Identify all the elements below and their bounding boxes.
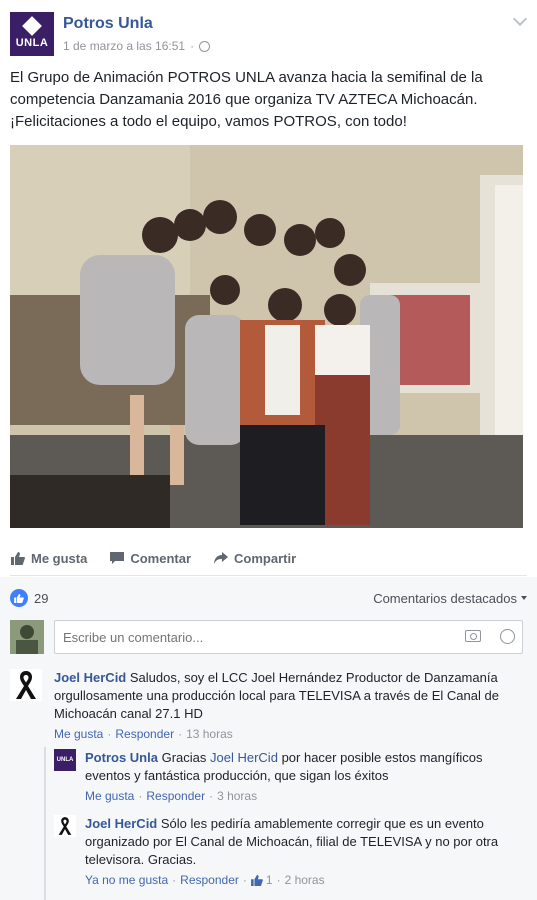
comment-actions: Me gusta · Responder · 13 horas — [54, 727, 233, 741]
post-card: UNLA Potros Unla 1 de marzo a las 16:51 … — [0, 0, 537, 900]
thumbs-up-icon — [10, 552, 25, 566]
reply-body: Joel HerCid Sólo les pediría amablemente… — [85, 815, 525, 869]
reactions-row: 29 Comentarios destacados — [10, 587, 527, 609]
post-photo[interactable] — [10, 145, 523, 528]
comment-body: Joel HerCid Saludos, soy el LCC Joel Her… — [54, 669, 524, 723]
thumbs-up-icon — [250, 874, 263, 886]
feedback-section: 29 Comentarios destacados Escribe un com… — [0, 577, 537, 900]
group-photo-illustration — [10, 145, 523, 528]
reply-unlike-link[interactable]: Ya no me gusta — [85, 873, 168, 887]
share-button[interactable]: Compartir — [213, 551, 296, 566]
comment-reply-link[interactable]: Responder — [115, 727, 174, 741]
reply-time[interactable]: 3 horas — [217, 789, 257, 803]
reply-time[interactable]: 2 horas — [285, 873, 325, 887]
reply-item: Joel HerCid Sólo les pediría amablemente… — [54, 815, 527, 895]
reply-thread-line — [44, 747, 46, 900]
page-name-link[interactable]: Potros Unla — [63, 15, 153, 33]
comment-item: Joel HerCid Saludos, soy el LCC Joel Her… — [10, 669, 527, 745]
comment-input[interactable] — [54, 620, 523, 654]
comment-icon — [109, 552, 124, 566]
comment-like-link[interactable]: Me gusta — [54, 727, 103, 741]
sticker-icon[interactable] — [500, 629, 515, 644]
comment-composer — [10, 620, 527, 656]
reply-avatar-logo-text: UNLA — [56, 757, 74, 763]
logo-mark — [22, 16, 42, 36]
comment-author[interactable]: Joel HerCid — [54, 670, 126, 685]
reply-body: Potros Unla Gracias Joel HerCid por hace… — [85, 749, 525, 785]
like-count[interactable]: 29 — [10, 589, 48, 607]
reply-item: UNLA Potros Unla Gracias Joel HerCid por… — [54, 749, 527, 809]
caret-down-icon — [521, 596, 527, 600]
page-avatar[interactable]: UNLA — [10, 12, 54, 56]
post-header: UNLA Potros Unla 1 de marzo a las 16:51 … — [10, 11, 528, 60]
like-reaction-icon — [10, 589, 28, 607]
reply-avatar[interactable]: UNLA — [54, 749, 76, 771]
black-ribbon-icon — [16, 671, 36, 699]
logo-text: UNLA — [15, 37, 49, 49]
reply-author[interactable]: Joel HerCid — [85, 816, 157, 831]
reply-avatar[interactable] — [54, 815, 76, 837]
globe-icon — [199, 40, 211, 52]
reply-like-link[interactable]: Me gusta — [85, 789, 134, 803]
comment-time[interactable]: 13 horas — [186, 727, 233, 741]
reply-reply-link[interactable]: Responder — [146, 789, 205, 803]
reply-text-before: Gracias — [161, 750, 207, 765]
camera-icon[interactable] — [465, 630, 481, 642]
reply-reply-link[interactable]: Responder — [180, 873, 239, 887]
like-label: Me gusta — [31, 551, 88, 566]
comment-filter-dropdown[interactable]: Comentarios destacados — [373, 591, 527, 606]
reply-actions: Ya no me gusta · Responder · 1 · 2 horas — [85, 873, 325, 887]
reply-author[interactable]: Potros Unla — [85, 750, 158, 765]
meta-separator: · — [190, 39, 195, 53]
black-ribbon-icon — [58, 817, 72, 835]
reply-actions: Me gusta · Responder · 3 horas — [85, 789, 258, 803]
share-label: Compartir — [234, 551, 297, 566]
reply-like-count-value: 1 — [265, 873, 273, 887]
post-actions-bar: Me gusta Comentar Compartir — [10, 542, 527, 576]
like-count-value: 29 — [34, 590, 49, 606]
current-user-avatar — [10, 620, 44, 654]
comment-button[interactable]: Comentar — [109, 551, 191, 566]
post-text: El Grupo de Animación POTROS UNLA avanza… — [10, 69, 483, 130]
post-meta: 1 de marzo a las 16:51 · — [63, 39, 211, 53]
commenter-avatar[interactable] — [10, 669, 42, 701]
post-timestamp[interactable]: 1 de marzo a las 16:51 — [63, 39, 185, 53]
reply-like-count[interactable]: 1 — [250, 873, 273, 887]
like-button[interactable]: Me gusta — [10, 551, 87, 566]
comment-label: Comentar — [130, 551, 192, 566]
reply-mention[interactable]: Joel HerCid — [210, 750, 278, 765]
comment-filter-label: Comentarios destacados — [373, 590, 517, 606]
chevron-down-icon[interactable] — [512, 11, 528, 27]
share-icon — [213, 552, 228, 566]
